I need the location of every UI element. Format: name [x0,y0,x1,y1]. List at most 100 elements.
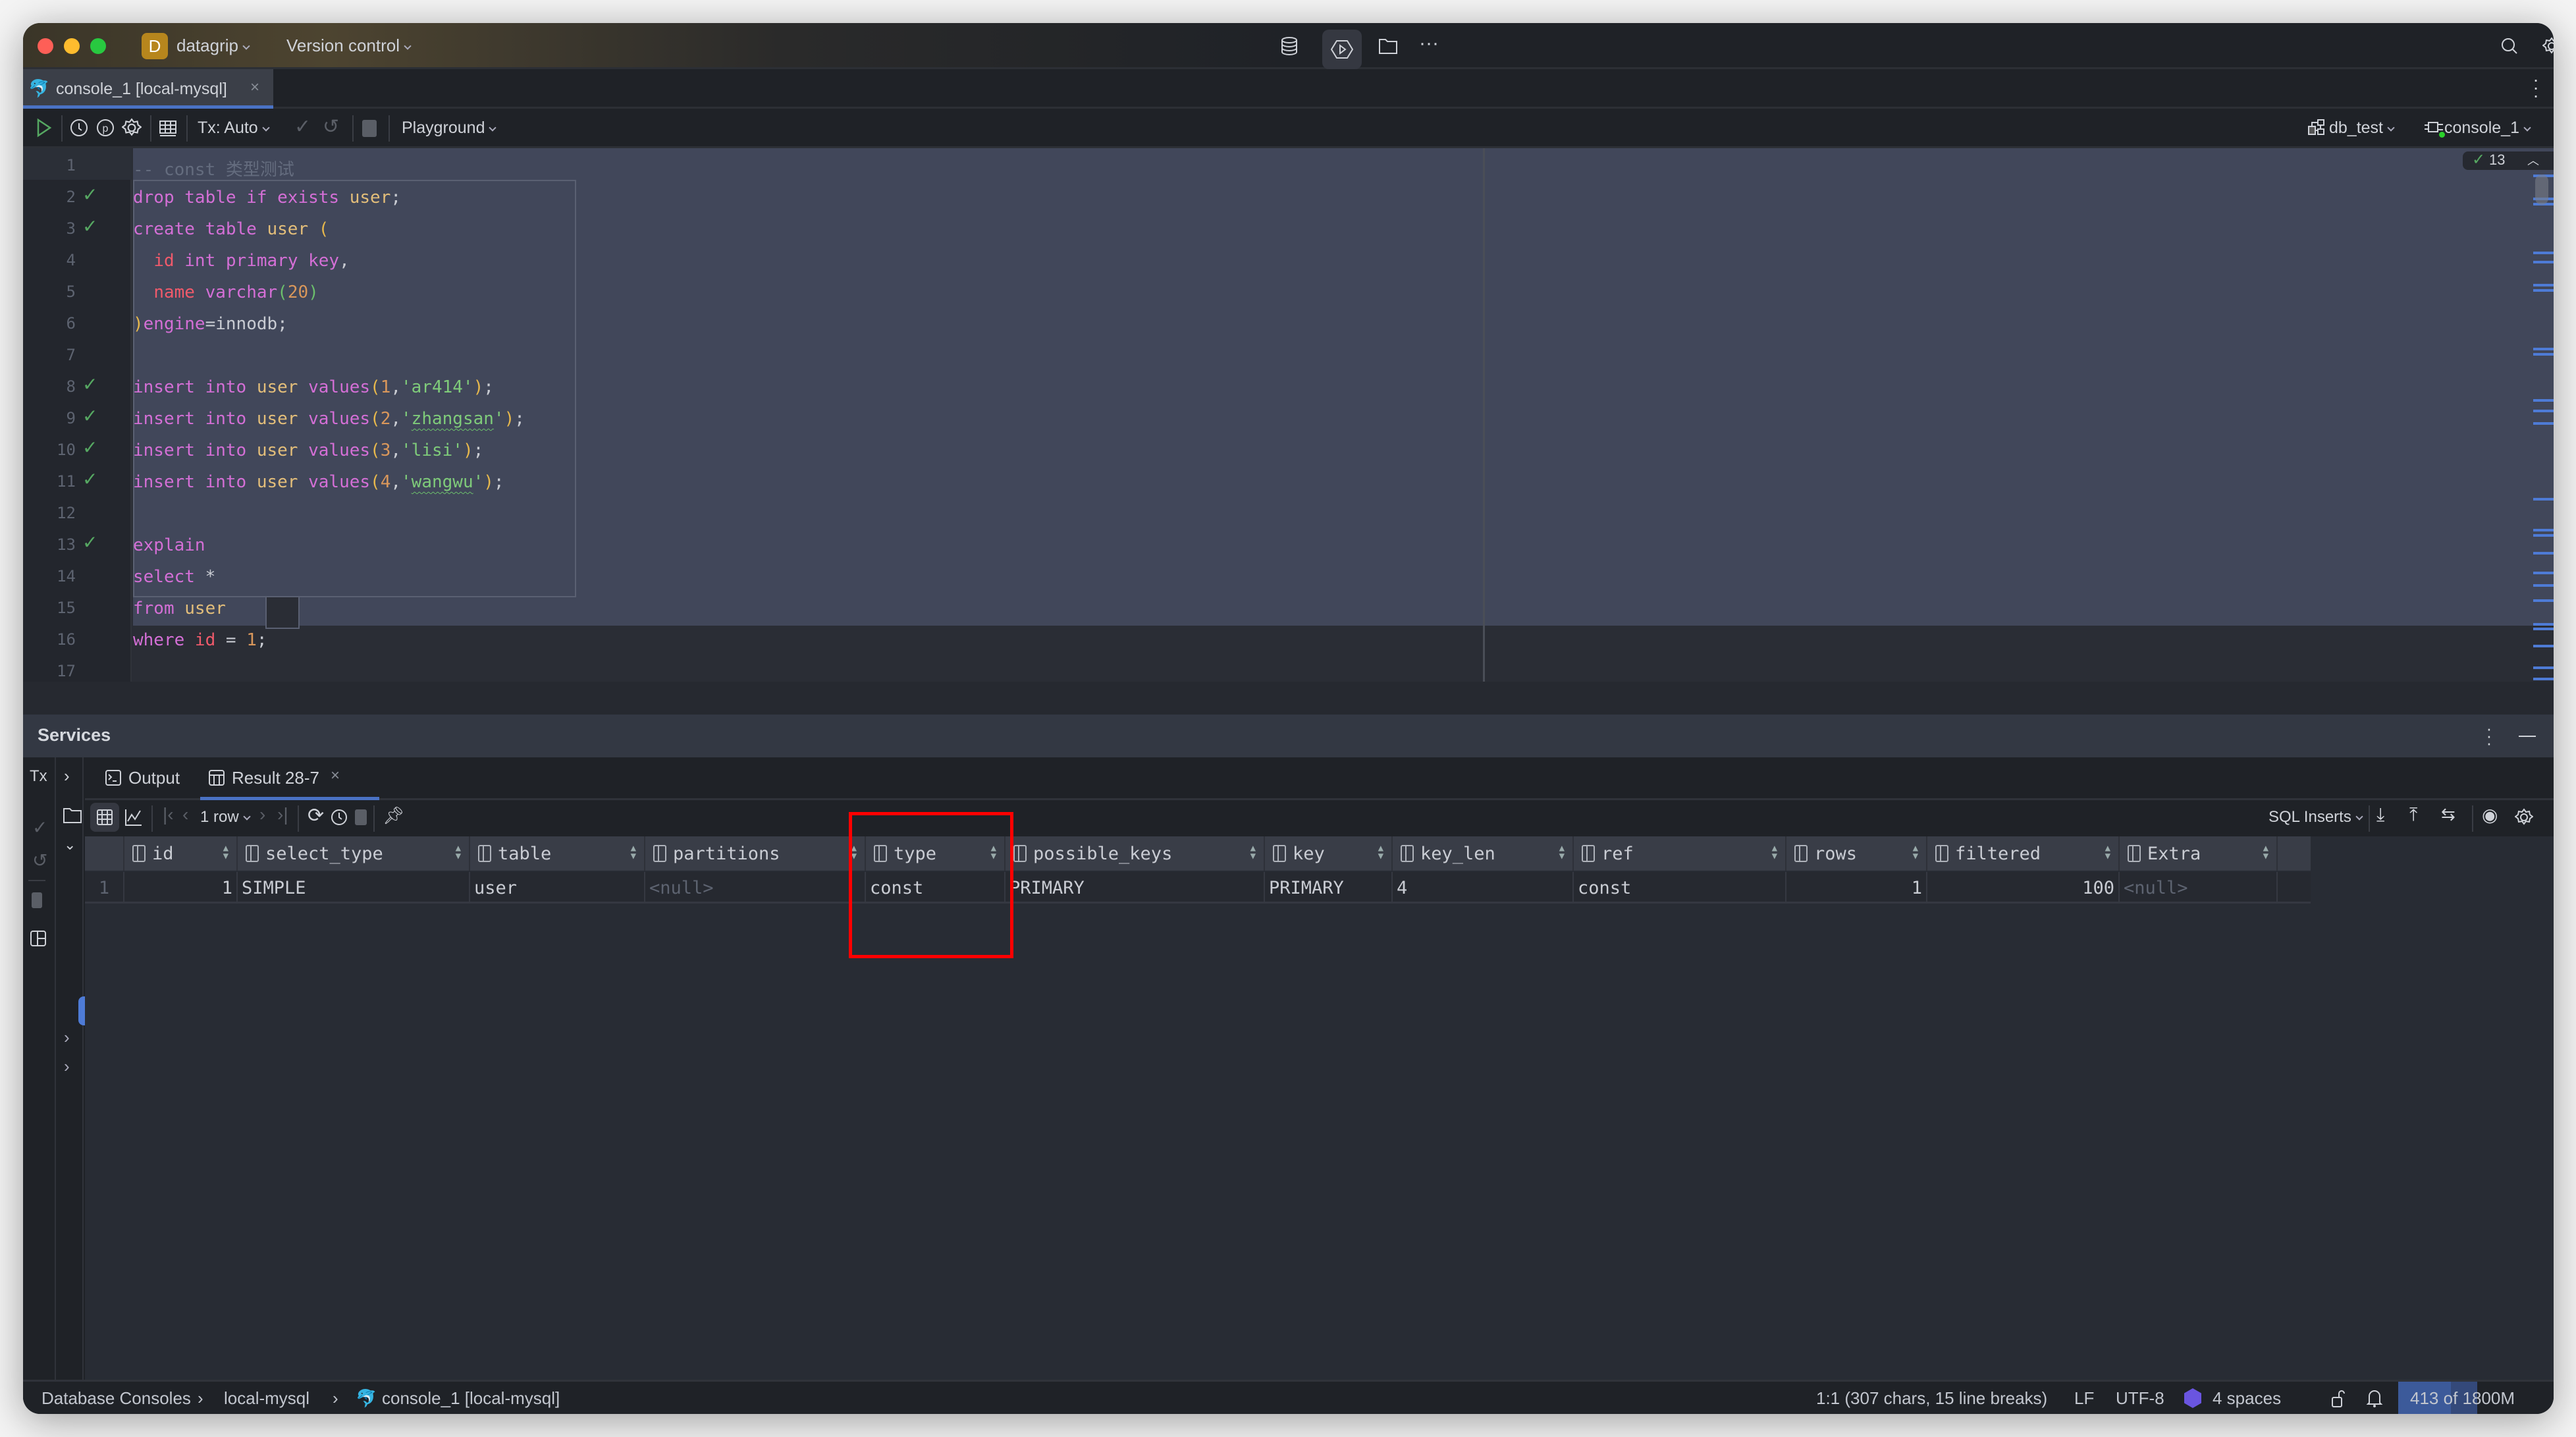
minimize-window-button[interactable] [64,38,80,54]
first-page-icon[interactable]: |‹ [163,804,174,825]
sort-icon[interactable]: ▲ ▼ [1913,844,1918,861]
stripe-marker[interactable] [2533,498,2554,501]
notifications-icon[interactable] [2366,1388,2383,1408]
table-view-icon[interactable] [158,118,178,138]
breadcrumb-item[interactable]: local-mysql [224,1388,309,1409]
panel-splitter[interactable] [23,682,2554,715]
tab-close-icon[interactable]: × [331,767,340,785]
column-header-extra[interactable]: Extra ▲ ▼ [2120,836,2278,871]
console-settings-icon[interactable] [122,118,142,138]
parameters-icon[interactable]: p [95,118,115,138]
stripe-marker[interactable] [2533,678,2554,681]
memory-indicator[interactable]: 413 of 1800M [2410,1388,2515,1409]
stripe-marker[interactable] [2533,552,2554,555]
expand-icon[interactable]: › [64,766,70,786]
table-cell[interactable]: SIMPLE [238,872,470,904]
database-explorer-button[interactable] [1274,31,1304,61]
column-header-id[interactable]: id ▲ ▼ [124,836,238,871]
code-line[interactable]: insert into user values(3,'lisi'); [133,441,483,460]
execute-icon[interactable] [36,118,52,138]
stop-icon[interactable] [362,120,377,137]
table-cell[interactable]: 1 [1786,872,1927,904]
table-cell[interactable]: 1 [124,872,238,904]
code-line[interactable]: insert into user values(2,'zhangsan'); [133,409,525,429]
sort-icon[interactable]: ▲ ▼ [1772,844,1777,861]
code-line[interactable]: name varchar(20) [133,283,318,302]
page-size-select[interactable]: 1 row [200,808,251,827]
project-files-button[interactable] [1373,31,1403,61]
table-cell[interactable]: PRIMARY [1265,872,1393,904]
tab-output[interactable]: Output [105,768,180,788]
code-line[interactable]: id int primary key, [133,251,349,271]
column-header-select-type[interactable]: select_type ▲ ▼ [238,836,470,871]
column-header-key[interactable]: key ▲ ▼ [1265,836,1393,871]
code-line[interactable]: select * [133,567,215,587]
schema-select[interactable]: db_test [2308,119,2395,138]
stripe-marker[interactable] [2533,260,2554,263]
session-select[interactable]: console_1 [2423,119,2531,138]
download-icon[interactable]: ⤓ [2376,804,2384,826]
tab-options-icon[interactable]: · · · [2533,70,2539,105]
history-icon[interactable] [330,808,348,827]
stop-icon[interactable] [32,892,42,908]
column-header-partitions[interactable]: partitions ▲ ▼ [645,836,866,871]
stripe-marker[interactable] [2533,644,2554,647]
sort-icon[interactable]: ▲ ▼ [2263,844,2268,861]
minimize-panel-icon[interactable] [2519,736,2536,737]
stripe-marker[interactable] [2533,283,2554,286]
close-window-button[interactable] [38,38,53,54]
playground-select[interactable]: Playground [402,119,497,138]
code-line[interactable]: insert into user values(4,'wangwu'); [133,472,504,492]
settings-button[interactable] [2540,34,2554,58]
stripe-marker[interactable] [2533,599,2554,603]
column-header-rows[interactable]: rows ▲ ▼ [1786,836,1927,871]
pin-icon[interactable]: 📌︎ [383,805,404,826]
file-encoding[interactable]: UTF-8 [2116,1388,2164,1409]
export-format-select[interactable]: SQL Inserts [2268,808,2363,827]
table-cell[interactable]: <null> [645,872,866,904]
breadcrumb-item[interactable]: console_1 [local-mysql] [382,1388,560,1409]
stripe-marker[interactable] [2533,252,2554,254]
column-header-ref[interactable]: ref ▲ ▼ [1574,836,1786,871]
sort-icon[interactable]: ▲ ▼ [631,844,636,861]
code-line[interactable]: -- const 类型测试 [133,156,294,180]
code-line[interactable]: where id = 1; [133,630,267,650]
rollback-icon[interactable]: ↺ [32,850,47,871]
sort-icon[interactable]: ▲ ▼ [1559,844,1565,861]
tab-close-icon[interactable]: × [250,78,259,97]
services-button[interactable] [1322,30,1362,69]
stripe-marker[interactable] [2533,353,2554,356]
version-control-menu[interactable]: Version control [286,36,412,56]
tx-icon[interactable]: Tx [30,767,47,786]
table-view-toggle[interactable] [90,803,119,832]
column-header-table[interactable]: table ▲ ▼ [470,836,645,871]
table-cell[interactable]: PRIMARY [1006,872,1265,904]
stripe-marker[interactable] [2533,622,2554,626]
sort-icon[interactable]: ▲ ▼ [1250,844,1256,861]
folder-icon[interactable] [63,807,82,824]
stripe-marker[interactable] [2533,571,2554,574]
upload-icon[interactable]: ⤒ [2409,804,2417,826]
line-separator[interactable]: LF [2074,1388,2094,1409]
stripe-marker[interactable] [2533,628,2554,631]
layout-icon[interactable] [30,930,47,947]
stripe-marker[interactable] [2533,422,2554,425]
stripe-marker[interactable] [2533,348,2554,351]
previous-highlight-icon[interactable]: ︿ [2527,151,2539,169]
stop-icon[interactable] [355,809,367,825]
sort-icon[interactable]: ▲ ▼ [456,844,461,861]
view-icon[interactable]: ◉ [2482,804,2498,826]
table-cell[interactable]: 4 [1393,872,1574,904]
code-line[interactable]: )engine=innodb; [133,314,288,334]
chart-icon[interactable] [124,808,143,827]
table-cell[interactable]: 100 [1927,872,2120,904]
breadcrumb-item[interactable]: Database Consoles [41,1388,191,1409]
stripe-marker[interactable] [2533,584,2554,587]
table-cell[interactable]: const [1574,872,1786,904]
error-stripe[interactable] [2533,175,2554,871]
refresh-icon[interactable]: ⟳ [308,804,324,827]
sort-icon[interactable]: ▲ ▼ [1378,844,1383,861]
sql-editor[interactable]: 1 2 ✓ 3 ✓ 4 5 6 7 8 ✓ 9 ✓ 10 ✓ 11 ✓ 12 13 ✓ 14 15 16 17 -- cons… [23,148,2554,871]
sort-icon[interactable]: ▲ ▼ [2105,844,2110,861]
caret-position[interactable]: 1:1 (307 chars, 15 line breaks) [1816,1388,2047,1409]
